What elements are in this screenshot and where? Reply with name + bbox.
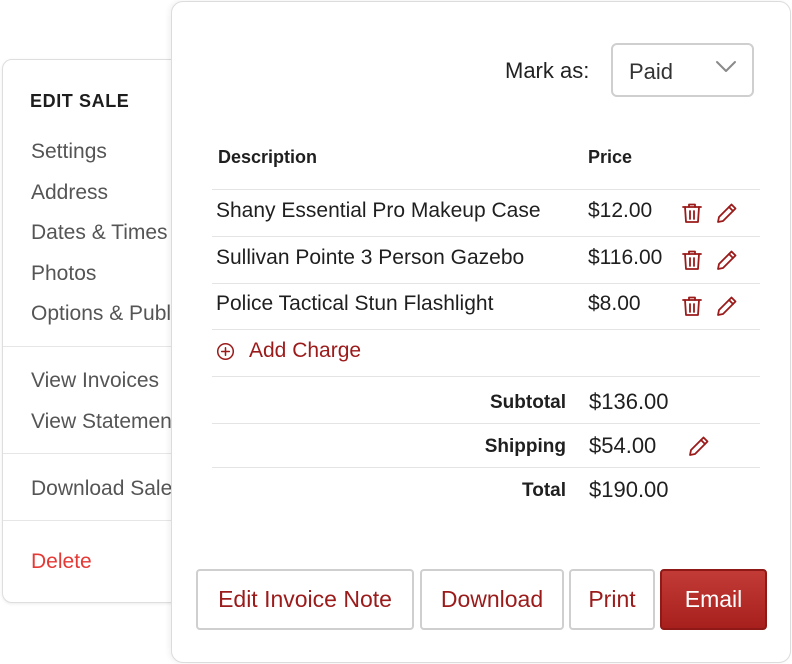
menu-item-dates-times[interactable]: Dates & Times — [31, 221, 168, 245]
table-divider — [212, 329, 760, 330]
download-button[interactable]: Download — [420, 569, 564, 630]
menu-item-settings[interactable]: Settings — [31, 140, 107, 164]
line-item-price: $8.00 — [588, 292, 641, 315]
total-label: Total — [522, 480, 566, 501]
chevron-down-icon — [716, 61, 736, 72]
table-divider — [212, 283, 760, 284]
table-divider — [212, 189, 760, 190]
menu-item-view-statements[interactable]: View Statements — [31, 410, 188, 434]
line-item-price: $116.00 — [588, 246, 663, 269]
shipping-label: Shipping — [484, 436, 566, 457]
column-header-description: Description — [218, 147, 318, 167]
menu-item-address[interactable]: Address — [31, 181, 108, 205]
menu-item-photos[interactable]: Photos — [31, 262, 96, 286]
invoice-panel: Mark as: Paid Description Price Shany Es… — [171, 1, 791, 663]
status-select[interactable]: Paid — [611, 43, 754, 97]
edit-invoice-note-button[interactable]: Edit Invoice Note — [196, 569, 414, 630]
line-item-price: $12.00 — [588, 199, 653, 222]
plus-circle-icon — [216, 342, 235, 360]
menu-item-delete[interactable]: Delete — [31, 550, 92, 574]
pencil-icon[interactable] — [715, 201, 739, 225]
line-item-description: Sullivan Pointe 3 Person Gazebo — [216, 246, 525, 269]
line-item-description: Shany Essential Pro Makeup Case — [216, 199, 541, 222]
pencil-icon[interactable] — [715, 294, 739, 318]
trash-icon[interactable] — [680, 294, 704, 318]
trash-icon[interactable] — [680, 248, 704, 272]
table-divider — [212, 423, 760, 424]
add-charge-label: Add Charge — [249, 339, 362, 362]
table-divider — [212, 376, 760, 377]
table-divider — [212, 467, 760, 468]
email-button[interactable]: Email — [660, 569, 767, 630]
print-button[interactable]: Print — [569, 569, 655, 630]
status-select-value: Paid — [629, 59, 674, 84]
add-charge-button[interactable]: Add Charge — [216, 339, 361, 363]
pencil-icon[interactable] — [687, 434, 711, 458]
subtotal-value: $136.00 — [589, 389, 669, 414]
menu-title: EDIT SALE — [30, 91, 130, 111]
trash-icon[interactable] — [680, 201, 704, 225]
table-divider — [212, 236, 760, 237]
column-header-price: Price — [588, 147, 633, 167]
pencil-icon[interactable] — [715, 248, 739, 272]
total-value: $190.00 — [589, 477, 669, 502]
line-item-description: Police Tactical Stun Flashlight — [216, 292, 494, 315]
shipping-value: $54.00 — [589, 433, 657, 458]
subtotal-label: Subtotal — [490, 392, 566, 413]
menu-item-view-invoices[interactable]: View Invoices — [31, 369, 159, 393]
mark-as-label: Mark as: — [505, 58, 590, 83]
